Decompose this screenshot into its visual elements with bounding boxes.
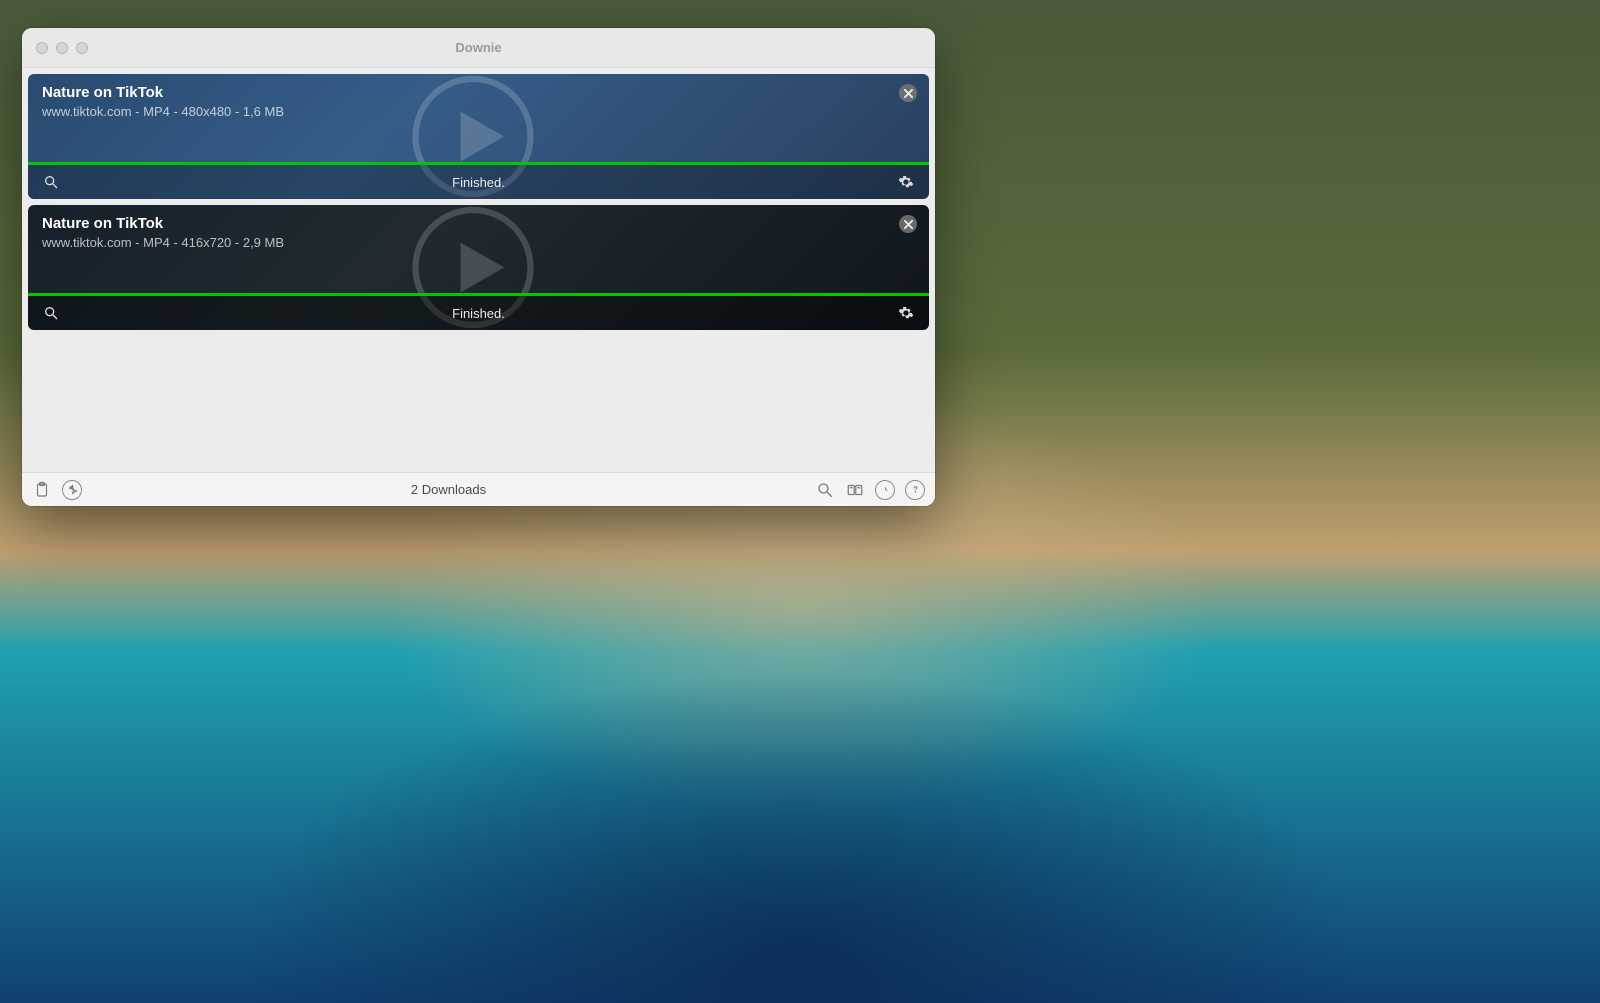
download-item[interactable]: Nature on TikTok www.tiktok.com - MP4 - …	[28, 205, 929, 330]
minimize-window-button[interactable]	[56, 42, 68, 54]
download-item[interactable]: Nature on TikTok www.tiktok.com - MP4 - …	[28, 74, 929, 199]
footer-bar: 2 Downloads	[22, 472, 935, 506]
remove-download-button[interactable]	[899, 84, 917, 102]
footer-search-button[interactable]	[815, 480, 835, 500]
user-scripts-button[interactable]	[845, 480, 865, 500]
window-title: Downie	[22, 40, 935, 55]
titlebar[interactable]: Downie	[22, 28, 935, 68]
item-settings-button[interactable]	[895, 302, 917, 324]
help-button[interactable]	[905, 480, 925, 500]
zoom-window-button[interactable]	[76, 42, 88, 54]
download-status: Finished.	[62, 306, 895, 321]
item-settings-button[interactable]	[895, 171, 917, 193]
paste-url-button[interactable]	[32, 480, 52, 500]
downloads-list: Nature on TikTok www.tiktok.com - MP4 - …	[22, 68, 935, 472]
traffic-lights	[22, 42, 88, 54]
open-browser-button[interactable]	[62, 480, 82, 500]
remove-download-button[interactable]	[899, 215, 917, 233]
download-meta: www.tiktok.com - MP4 - 416x720 - 2,9 MB	[42, 235, 915, 250]
reveal-in-finder-button[interactable]	[40, 302, 62, 324]
downie-window: Downie Nature on TikTok www.tiktok.com -…	[22, 28, 935, 506]
downloads-count-label: 2 Downloads	[92, 482, 805, 497]
download-status: Finished.	[62, 175, 895, 190]
reveal-in-finder-button[interactable]	[40, 171, 62, 193]
download-title: Nature on TikTok	[42, 215, 915, 232]
download-title: Nature on TikTok	[42, 84, 915, 101]
history-button[interactable]	[875, 480, 895, 500]
close-window-button[interactable]	[36, 42, 48, 54]
download-meta: www.tiktok.com - MP4 - 480x480 - 1,6 MB	[42, 104, 915, 119]
